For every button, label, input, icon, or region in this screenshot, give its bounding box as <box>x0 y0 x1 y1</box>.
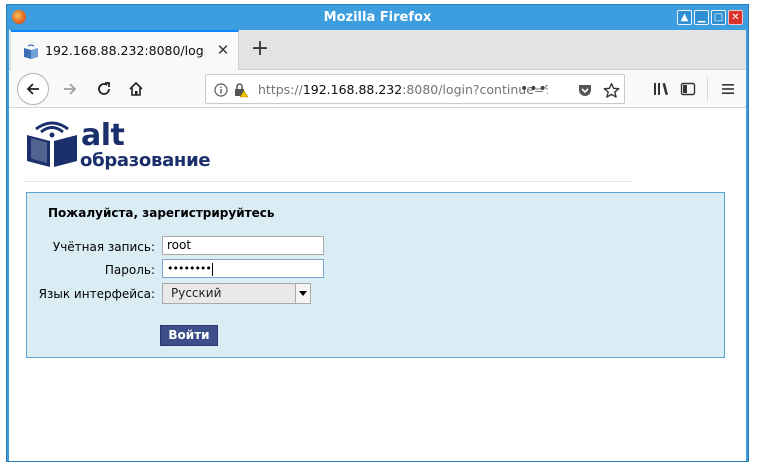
header-divider <box>25 181 631 182</box>
home-button[interactable] <box>121 74 151 104</box>
back-arrow-icon <box>26 83 39 95</box>
open-book-logo-icon <box>27 121 77 167</box>
book-icon <box>24 44 38 59</box>
page-actions-icon[interactable]: ••• <box>520 81 548 97</box>
pocket-icon[interactable] <box>576 81 594 99</box>
close-button[interactable]: ✕ <box>728 10 743 25</box>
password-label: Пароль: <box>104 263 155 277</box>
hamburger-icon <box>722 84 734 94</box>
window-up-button[interactable]: ▲ <box>677 10 692 25</box>
tab-label: 192.168.88.232:8080/login?continue=%2f <box>45 43 205 58</box>
back-button[interactable] <box>17 73 49 105</box>
tab-close-icon[interactable]: ✕ <box>214 41 232 59</box>
sidebar-button[interactable] <box>673 74 703 104</box>
nav-bar: https://192.168.88.232:8080/login?contin… <box>9 70 746 108</box>
alt-logo: alt образование <box>25 121 235 173</box>
url-bar[interactable]: https://192.168.88.232:8080/login?contin… <box>205 74 625 104</box>
browser-window: Mozilla Firefox ▲ ▁ □ ✕ 192.168.88.232:8… <box>6 4 749 462</box>
password-dots: •••••••• <box>167 262 212 275</box>
info-icon[interactable] <box>212 81 230 99</box>
tab-active[interactable]: 192.168.88.232:8080/login?continue=%2f ✕ <box>11 30 239 70</box>
username-label: Учётная запись: <box>52 240 155 254</box>
forward-arrow-icon <box>64 83 77 95</box>
browser-chrome: 192.168.88.232:8080/login?continue=%2f ✕… <box>9 30 746 461</box>
titlebar: Mozilla Firefox ▲ ▁ □ ✕ <box>7 5 748 30</box>
minimize-button[interactable]: ▁ <box>694 10 709 25</box>
language-select[interactable]: Русский <box>162 283 311 304</box>
library-icon <box>654 83 668 95</box>
reload-button[interactable] <box>89 74 119 104</box>
logo-line1: alt <box>81 118 125 153</box>
login-heading: Пожалуйста, зарегистрируйтесь <box>48 206 275 220</box>
login-button[interactable]: Войти <box>160 325 218 346</box>
bookmark-star-icon[interactable] <box>602 81 620 99</box>
forward-button[interactable] <box>55 74 85 104</box>
toolbar-separator <box>707 77 708 101</box>
tab-strip: 192.168.88.232:8080/login?continue=%2f ✕… <box>9 30 746 70</box>
url-text[interactable]: https://192.168.88.232:8080/login?contin… <box>258 82 548 97</box>
language-selected-value: Русский <box>171 286 222 300</box>
reload-icon <box>98 82 110 95</box>
dropdown-arrow-icon[interactable] <box>295 284 310 303</box>
url-host: 192.168.88.232 <box>302 82 403 97</box>
logo-line2: образование <box>80 150 211 171</box>
page-content: alt образование Пожалуйста, зарегистриру… <box>9 109 746 461</box>
login-panel: Пожалуйста, зарегистрируйтесь Учётная за… <box>26 192 725 358</box>
insecure-lock-icon[interactable] <box>232 81 250 99</box>
new-tab-button[interactable]: + <box>246 36 274 64</box>
window-title: Mozilla Firefox <box>323 10 432 25</box>
maximize-button[interactable]: □ <box>711 10 726 25</box>
url-prefix: https:// <box>258 82 303 97</box>
language-label: Язык интерфейса: <box>38 287 155 301</box>
text-caret <box>211 262 213 276</box>
home-icon <box>129 81 143 96</box>
password-field[interactable]: •••••••• <box>162 259 324 278</box>
sidebar-icon <box>680 82 696 96</box>
menu-button[interactable] <box>713 74 743 104</box>
username-field[interactable]: root <box>162 236 324 255</box>
